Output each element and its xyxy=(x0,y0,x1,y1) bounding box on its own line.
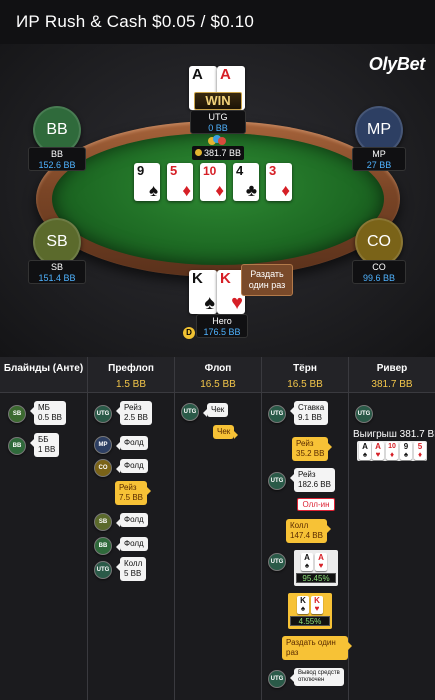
run-it-once-button[interactable]: Раздать один раз xyxy=(241,264,293,296)
sb-nameplate[interactable]: SB 151.4 BB xyxy=(28,260,86,284)
mini-card: 9 ♠ xyxy=(400,442,412,460)
action-bubble: ББ 1 BB xyxy=(29,433,60,457)
column-header: Флоп 16.5 BB xyxy=(175,357,261,393)
utg-nameplate[interactable]: UTG 0 BB xyxy=(190,110,246,134)
board-card-1: 9 ♠ xyxy=(134,163,160,201)
pos-badge-utg: UTG xyxy=(268,670,286,688)
mp-nameplate[interactable]: MP 27 BB xyxy=(352,147,406,171)
action-bubble: МБ 0.5 BB xyxy=(29,401,67,425)
hero-action-bubble: Рейз 7.5 BB xyxy=(115,481,152,505)
equity-utg: 95.45% xyxy=(296,573,336,583)
mini-card: A ♥ xyxy=(372,442,384,460)
column-turn: Тёрн 16.5 BB UTG Ставка 9.1 BB Рейз 35.2… xyxy=(262,357,352,700)
action-bubble: Колл 5 BB xyxy=(115,557,147,581)
pos-badge-utg: UTG xyxy=(94,561,112,579)
window-title: ИР Rush & Cash $0.05 / $0.10 xyxy=(16,12,255,31)
pos-badge-sb: SB xyxy=(8,405,26,423)
utg-stack: 0 BB xyxy=(208,123,228,133)
column-river: Ривер 381.7 BB UTG Выигрыш 381.7 BB A ♠ A… xyxy=(349,357,435,700)
app-root: ИР Rush & Cash $0.05 / $0.10 OlyBet A ♠ … xyxy=(0,0,435,700)
winner-text: Выигрыш 381.7 BB xyxy=(353,429,435,440)
dealer-button: D xyxy=(183,327,195,339)
title-bar: ИР Rush & Cash $0.05 / $0.10 xyxy=(0,0,435,44)
pos-badge-bb: BB xyxy=(8,437,26,455)
mini-card: A ♥ xyxy=(315,553,327,571)
column-header: Префлоп 1.5 BB xyxy=(88,357,174,393)
column-flop: Флоп 16.5 BB UTG Чек Чек xyxy=(175,357,262,700)
action-bubble: Фолд xyxy=(116,513,148,527)
pot-amount: 381.7 BB xyxy=(192,146,244,160)
action-bubble: Фолд xyxy=(116,436,148,450)
utg-name: UTG xyxy=(208,112,228,122)
poker-table-area: OlyBet A ♠ A ♥ WIN UTG 0 BB 381.7 BB 9 xyxy=(0,44,435,357)
hand-history: Блайнды (Анте) SB МБ 0.5 BB BB ББ 1 BB П… xyxy=(0,357,435,700)
action-bubble: Ставка 9.1 BB xyxy=(289,401,329,425)
pos-badge-utg: UTG xyxy=(94,405,112,423)
hero-action-bubble: Рейз 35.2 BB xyxy=(292,437,333,461)
board-card-3: 10 ♦ xyxy=(200,163,226,201)
pos-badge-utg: UTG xyxy=(268,405,286,423)
hero-action-bubble: Раздать один раз xyxy=(282,636,352,660)
pos-badge-co: CO xyxy=(94,459,112,477)
pos-badge-bb: BB xyxy=(94,537,112,555)
mini-card: A ♠ xyxy=(301,553,313,571)
pos-badge-utg: UTG xyxy=(268,472,286,490)
column-header: Ривер 381.7 BB xyxy=(349,357,435,393)
win-badge: WIN xyxy=(194,92,242,110)
hero-card-1: K ♠ xyxy=(189,270,217,314)
mini-card: K ♥ xyxy=(311,596,323,614)
pot-chips-icon xyxy=(208,135,226,145)
action-bubble: Рейз 182.6 BB xyxy=(290,468,335,492)
action-bubble: Вывод средств отключен xyxy=(290,668,344,686)
utg-hand-box: A ♠ A ♥ 95.45% xyxy=(294,550,338,586)
mini-card: K ♠ xyxy=(297,596,309,614)
hero-hand-box: K ♠ K ♥ 4.55% xyxy=(288,593,332,629)
pos-badge-sb: SB xyxy=(94,513,112,531)
column-preflop: Префлоп 1.5 BB UTG Рейз 2.5 BB MP Фолд C… xyxy=(88,357,175,700)
hero-action-bubble: Колл 147.4 BB xyxy=(286,519,331,543)
hero-nameplate[interactable]: Hero 176.5 BB xyxy=(196,314,248,338)
pos-badge-utg: UTG xyxy=(268,553,286,571)
co-avatar[interactable]: CO xyxy=(355,218,403,266)
winning-cards: A ♠ A ♥ 10 ♦ 9 ♠ 5 ♦ xyxy=(357,441,427,461)
action-bubble: Фолд xyxy=(116,537,148,551)
board-card-2: 5 ♦ xyxy=(167,163,193,201)
action-bubble: Чек xyxy=(202,403,229,417)
brand-logo: OlyBet xyxy=(368,54,426,74)
co-nameplate[interactable]: CO 99.6 BB xyxy=(352,260,406,284)
mini-card: 10 ♦ xyxy=(386,442,398,460)
mini-card: A ♠ xyxy=(359,442,371,460)
action-bubble: Рейз 2.5 BB xyxy=(115,401,153,425)
bb-nameplate[interactable]: BB 152.6 BB xyxy=(28,147,86,171)
pos-badge-utg: UTG xyxy=(181,403,199,421)
column-header: Блайнды (Анте) xyxy=(0,357,87,393)
board-card-5: 3 ♦ xyxy=(266,163,292,201)
column-blinds: Блайнды (Анте) SB МБ 0.5 BB BB ББ 1 BB xyxy=(0,357,88,700)
board-card-4: 4 ♣ xyxy=(233,163,259,201)
column-header: Тёрн 16.5 BB xyxy=(262,357,348,393)
action-bubble: Фолд xyxy=(116,459,148,473)
equity-hero: 4.55% xyxy=(290,616,330,626)
sb-avatar[interactable]: SB xyxy=(33,218,81,266)
winner-box: Выигрыш 381.7 BB A ♠ A ♥ 10 ♦ 9 ♠ 5 ♦ xyxy=(353,401,435,461)
mini-card: 5 ♦ xyxy=(414,442,426,460)
allin-tag: Олл-ин xyxy=(297,498,335,511)
chip-icon xyxy=(194,149,202,156)
pos-badge-mp: MP xyxy=(94,436,112,454)
hero-action-bubble: Чек xyxy=(213,425,239,439)
